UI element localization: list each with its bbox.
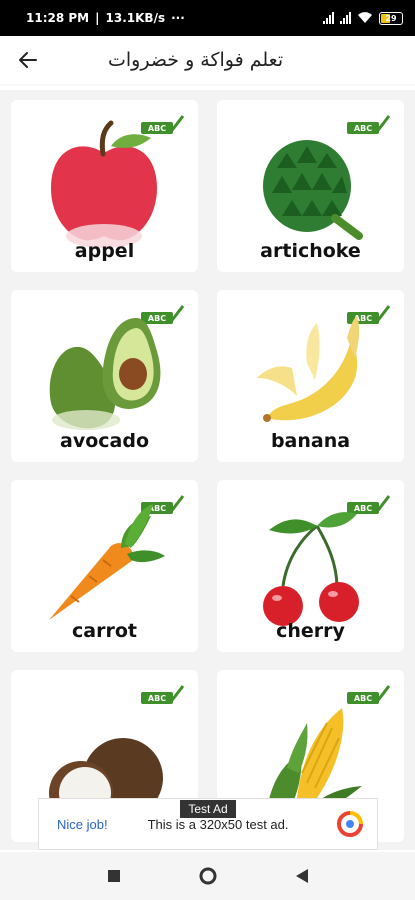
page-title: تعلم فواكة و خضروات xyxy=(108,49,284,71)
status-separator: | xyxy=(95,11,100,25)
card-label: banana xyxy=(270,430,351,452)
card-label: cherry xyxy=(276,620,345,642)
card-artichoke[interactable]: ABC artichoke xyxy=(217,100,404,272)
recent-apps-button[interactable] xyxy=(102,864,126,888)
artichoke-icon xyxy=(263,140,363,240)
card-carrot[interactable]: ABC carrot xyxy=(11,480,198,652)
arrow-left-icon xyxy=(19,52,37,68)
card-banana[interactable]: ABC banana xyxy=(217,290,404,462)
signal-icon xyxy=(323,12,334,24)
card-cherry[interactable]: ABC cherry xyxy=(217,480,404,652)
square-icon xyxy=(107,870,120,882)
back-button[interactable] xyxy=(0,36,56,84)
status-speed: 13.1KB/s xyxy=(105,11,166,25)
wifi-icon xyxy=(358,12,372,23)
ad-logo-icon xyxy=(337,811,363,837)
banana-icon xyxy=(257,316,360,422)
battery-level: 29 xyxy=(385,13,397,23)
avocado-icon xyxy=(49,318,161,430)
test-ad-tag: Test Ad xyxy=(180,800,236,818)
app-bar: تعلم فواكة و خضروات xyxy=(0,36,415,84)
card-label: avocado xyxy=(60,430,149,452)
card-label: carrot xyxy=(72,620,137,642)
carrot-icon xyxy=(49,504,165,620)
apple-icon xyxy=(51,120,157,248)
system-nav-bar xyxy=(0,852,415,900)
card-label: appel xyxy=(74,240,135,262)
circle-icon xyxy=(199,867,216,885)
system-back-button[interactable] xyxy=(290,864,314,888)
signal-icon xyxy=(340,12,351,24)
ad-body-text: This is a 320x50 test ad. xyxy=(147,816,289,832)
home-button[interactable] xyxy=(196,864,220,888)
triangle-back-icon xyxy=(295,869,308,883)
status-more-dots: ··· xyxy=(171,11,185,25)
status-bar: 11:28 PM | 13.1KB/s ··· 29 xyxy=(0,0,415,36)
battery-icon: 29 xyxy=(379,11,403,25)
ad-nice-job-text: Nice job! xyxy=(57,816,108,832)
fruit-grid: ABC appel ABC artichoke ABC avocado ABC … xyxy=(0,90,415,850)
card-label: artichoke xyxy=(260,240,361,262)
cherry-icon xyxy=(263,512,359,626)
card-avocado[interactable]: ABC avocado xyxy=(11,290,198,462)
status-time: 11:28 PM xyxy=(26,11,90,25)
card-apple[interactable]: ABC appel xyxy=(11,100,198,272)
